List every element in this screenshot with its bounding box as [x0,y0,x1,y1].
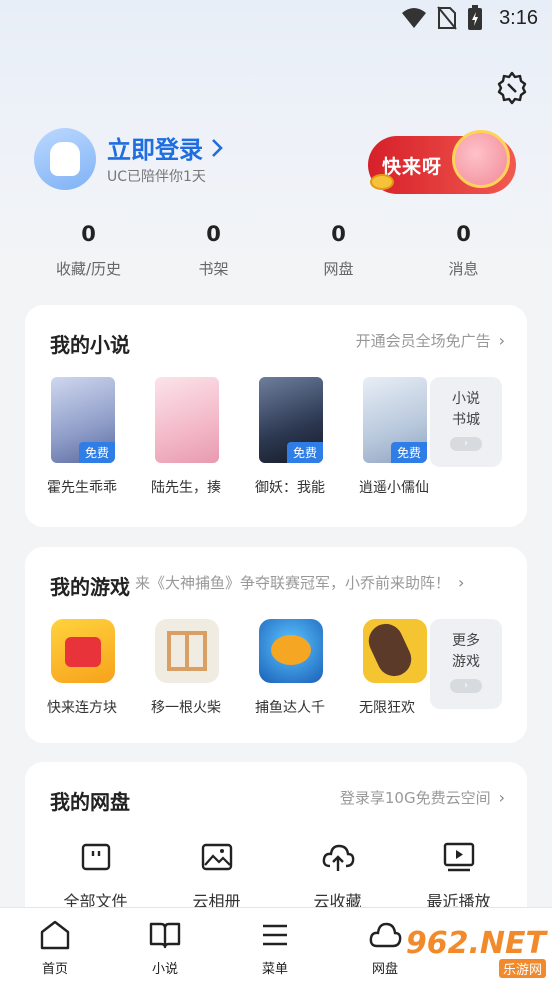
book-icon [149,922,181,949]
pig-mascot-icon [452,130,510,188]
disk-promo-link[interactable]: 登录享10G免费云空间 › [340,787,505,808]
avatar[interactable] [34,128,96,190]
nav-home[interactable]: 首页 [0,908,110,981]
more-line1: 小说 [452,391,480,407]
home-icon [40,920,70,950]
more-games-button[interactable]: 更多 游戏 › [430,619,502,709]
game-item[interactable]: 无限狂欢 [359,619,431,717]
novel-title: 陆先生，揍 [151,480,221,496]
novel-item[interactable]: 陆先生，揍 [151,377,223,497]
stat-favorites-history[interactable]: 0 收藏/历史 [26,222,151,279]
novel-cover: 免费 [259,377,323,463]
game-icon [155,619,219,683]
settings-gear-icon[interactable] [494,70,530,106]
game-icon [363,619,427,683]
watermark-subtext: 乐游网 [498,958,546,978]
nav-label: 菜单 [261,962,288,977]
stat-value: 0 [81,222,96,246]
free-badge: 免费 [390,442,427,463]
game-title: 无限狂欢 [359,700,415,716]
stat-cloud-disk[interactable]: 0 网盘 [276,222,401,279]
stat-label: 书架 [198,260,229,278]
vip-promo-link[interactable]: 开通会员全场免广告 › [356,330,505,351]
clock: 3:16 [499,6,538,29]
cloud-upload-icon [322,844,354,871]
login-title: 立即登录 [107,136,203,164]
chevron-right-icon: › [450,679,482,693]
chevron-right-icon: › [450,437,482,451]
stat-value: 0 [456,222,471,246]
stat-value: 0 [206,222,221,246]
stat-label: 消息 [448,260,479,278]
novel-store-button[interactable]: 小说 书城 › [430,377,502,467]
novel-item[interactable]: 免费 御妖：我能 [255,377,327,497]
promo-banner[interactable]: 快来呀 [368,130,516,194]
section-title: 我的小说 [50,333,130,357]
nav-label: 小说 [151,962,178,977]
game-item[interactable]: 快来连方块 [47,619,119,717]
coin-icon [370,174,394,190]
game-promo-link[interactable]: 来《大神捕鱼》争夺联赛冠军，小乔前来助阵！ › [135,572,507,593]
login-subtitle: UC已陪伴你1天 [107,169,206,185]
wifi-icon [402,8,427,28]
stat-value: 0 [331,222,346,246]
more-line2: 游戏 [452,654,480,670]
login-link[interactable]: 立即登录 [107,130,223,165]
novel-cover [155,377,219,463]
photo-icon [201,843,232,871]
no-sim-icon [437,6,457,30]
disk-recent-play[interactable]: 最近播放 [398,840,519,912]
avatar-face-icon [50,142,80,176]
link-text: 登录享10G免费云空间 [339,789,491,807]
stats-row: 0 收藏/历史 0 书架 0 网盘 0 消息 [0,222,552,279]
link-text: 开通会员全场免广告 [355,332,491,350]
novel-item[interactable]: 免费 霍先生乖乖 [47,377,119,497]
chevron-right-icon: › [458,573,465,592]
nav-novels[interactable]: 小说 [110,908,220,981]
disk-all-files[interactable]: 全部文件 [35,840,156,912]
game-title: 捕鱼达人千 [255,700,325,716]
stat-messages[interactable]: 0 消息 [401,222,526,279]
novel-item[interactable]: 免费 逍遥小儒仙 [359,377,431,497]
video-icon [443,842,474,872]
watermark-logo: 962.NET 乐游网 [406,928,546,978]
my-novels-card: 我的小说 开通会员全场免广告 › 免费 霍先生乖乖 陆先生，揍 免费 御妖：我能… [25,305,527,527]
my-games-card: 我的游戏 来《大神捕鱼》争夺联赛冠军，小乔前来助阵！ › 快来连方块 移一根火柴… [25,547,527,743]
nav-label: 首页 [41,962,68,977]
game-icon [259,619,323,683]
nav-menu[interactable]: 菜单 [220,908,330,981]
chevron-right-icon: › [498,331,505,350]
novel-cover: 免费 [51,377,115,463]
novel-title: 霍先生乖乖 [47,480,117,496]
game-icon [51,619,115,683]
stat-label: 收藏/历史 [55,260,122,278]
cloud-icon [369,922,402,948]
novel-title: 逍遥小儒仙 [359,480,429,496]
game-title: 快来连方块 [47,700,117,716]
stat-label: 网盘 [323,260,354,278]
free-badge: 免费 [78,442,115,463]
more-line1: 更多 [452,633,480,649]
section-title: 我的网盘 [50,790,130,814]
folder-icon [81,843,110,871]
free-badge: 免费 [286,442,323,463]
game-item[interactable]: 捕鱼达人千 [255,619,327,717]
novel-title: 御妖：我能 [255,480,325,496]
section-title: 我的游戏 [50,575,130,599]
more-line2: 书城 [452,412,480,428]
disk-photos[interactable]: 云相册 [156,840,277,912]
chevron-right-icon: › [498,788,505,807]
menu-icon [263,924,287,946]
stat-bookshelf[interactable]: 0 书架 [151,222,276,279]
chevron-right-icon [212,138,223,157]
disk-favorites[interactable]: 云收藏 [277,840,398,912]
status-bar: 3:16 [0,0,552,36]
game-item[interactable]: 移一根火柴 [151,619,223,717]
game-title: 移一根火柴 [151,700,221,716]
novel-cover: 免费 [363,377,427,463]
promo-text: 快来呀 [382,155,443,178]
link-text: 来《大神捕鱼》争夺联赛冠军，小乔前来助阵！ [135,574,451,592]
battery-charging-icon [468,5,483,30]
watermark-text: 962.NET [405,925,546,961]
